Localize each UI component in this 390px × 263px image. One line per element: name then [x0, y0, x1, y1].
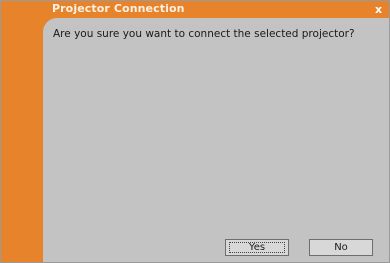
no-button[interactable]: No: [309, 239, 373, 256]
dialog-window: Projector Connection x Are you sure you …: [0, 0, 390, 263]
confirmation-message: Are you sure you want to connect the sel…: [53, 28, 355, 40]
dialog-content: Are you sure you want to connect the sel…: [43, 18, 389, 262]
title-bar[interactable]: Projector Connection x: [1, 1, 389, 18]
close-icon[interactable]: x: [372, 3, 385, 16]
focus-ring: [229, 242, 285, 253]
no-button-label: No: [334, 242, 348, 253]
accent-sidebar: [1, 18, 43, 262]
dialog-title: Projector Connection: [52, 2, 185, 15]
yes-button[interactable]: Yes: [225, 239, 289, 256]
